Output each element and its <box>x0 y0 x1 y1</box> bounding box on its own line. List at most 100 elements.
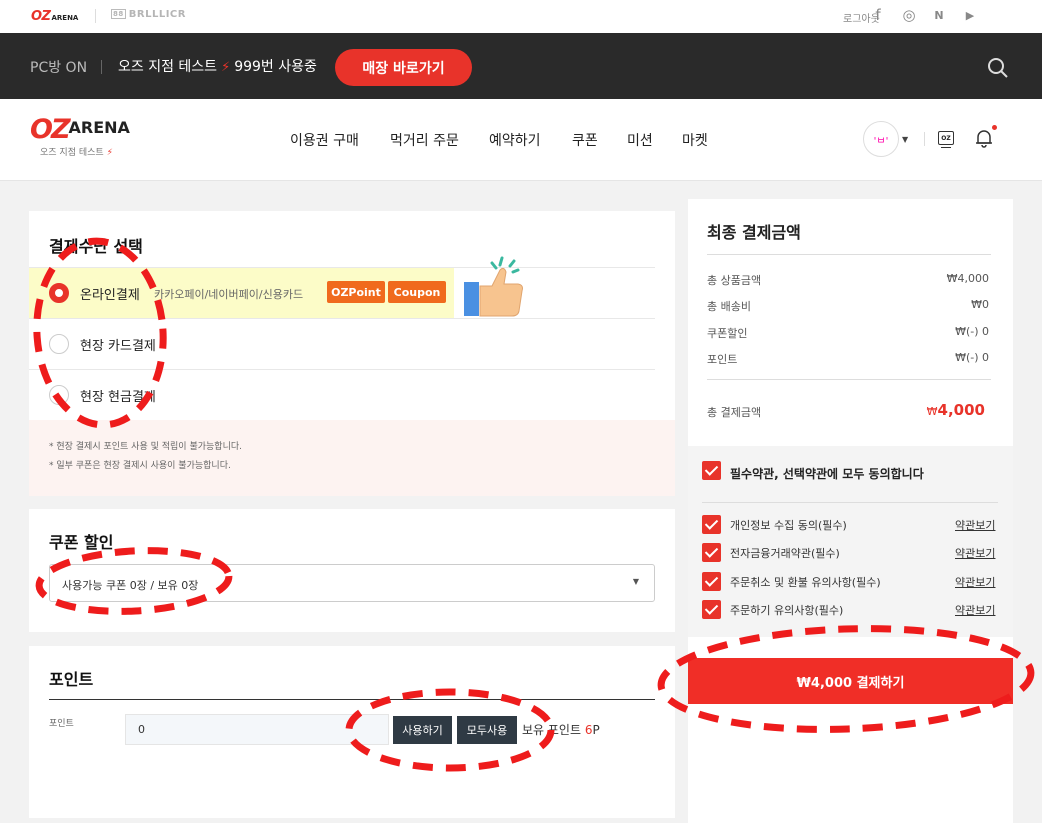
nav-coupon[interactable]: 쿠폰 <box>572 130 598 150</box>
terms-link[interactable]: 약관보기 <box>955 545 995 561</box>
point-panel: 포인트 포인트 사용하기 모두사용 보유 포인트 6P <box>29 646 675 818</box>
bolt-icon: ⚡ <box>221 60 231 75</box>
nav-reservation[interactable]: 예약하기 <box>489 130 541 150</box>
oz-pc-icon[interactable]: OZ <box>938 131 954 148</box>
agree-all-label: 필수약관, 선택약관에 모두 동의합니다 <box>730 467 924 481</box>
agreement-divider <box>702 502 998 503</box>
agree-efinance-checkbox[interactable] <box>702 543 721 562</box>
youtube-icon[interactable]: ▶ <box>960 9 980 22</box>
chevron-down-icon[interactable]: ▼ <box>902 135 908 144</box>
goto-store-button[interactable]: 매장 바로가기 <box>335 49 472 86</box>
agree-privacy-label: 개인정보 수집 동의(필수) <box>730 519 847 532</box>
battlica-text: BRLLLICR <box>128 9 186 20</box>
agree-refund-label: 주문취소 및 환불 유의사항(필수) <box>730 576 881 589</box>
battlica-box-text: 88 <box>111 9 126 19</box>
subtotal-label: 총 상품금액 <box>707 274 762 287</box>
total-value: ₩4,000 <box>927 401 985 419</box>
payment-option-cash[interactable]: 현장 현금결제 <box>29 369 655 420</box>
thumbs-up-icon <box>464 256 523 317</box>
pay-button[interactable]: ₩4,000 결제하기 <box>688 658 1013 704</box>
use-all-point-button[interactable]: 모두사용 <box>457 716 517 744</box>
summary-divider <box>707 254 991 255</box>
nav-mission[interactable]: 미션 <box>627 130 653 150</box>
main-header: OZARENA 오즈 지점 테스트 ⚡ 이용권 구매 먹거리 주문 예약하기 쿠… <box>0 99 1042 181</box>
logo-arena-text: ARENA <box>51 13 79 22</box>
ozpoint-tag: OZPoint <box>327 281 385 303</box>
ozarena-logo[interactable]: OZARENA 오즈 지점 테스트 ⚡ <box>30 114 130 158</box>
brand-divider <box>95 9 96 23</box>
point-label: 포인트 <box>49 719 74 729</box>
instagram-icon[interactable]: ◎ <box>899 6 919 24</box>
point-title: 포인트 <box>49 670 94 689</box>
agree-order-label: 주문하기 유의사항(필수) <box>730 604 844 617</box>
search-icon[interactable] <box>986 56 1010 80</box>
agree-order-checkbox[interactable] <box>702 600 721 619</box>
total-amount: 4,000 <box>937 401 985 419</box>
terms-link[interactable]: 약관보기 <box>955 574 995 590</box>
terms-link[interactable]: 약관보기 <box>955 517 995 533</box>
avatar[interactable]: 'ㅂ' <box>863 121 899 157</box>
coupon-panel: 쿠폰 할인 사용가능 쿠폰 0장 / 보유 0장 ▼ <box>29 509 675 632</box>
battlica-logo[interactable]: 88 BRLLLICR <box>111 9 186 20</box>
nav-food-order[interactable]: 먹거리 주문 <box>390 130 459 150</box>
usage-count: 999번 사용중 <box>234 59 317 75</box>
logo-store-name: 오즈 지점 테스트 ⚡ <box>40 145 130 158</box>
subtotal-value: ₩4,000 <box>946 272 989 285</box>
notice-line: * 현장 결제시 포인트 사용 및 적립이 불가능합니다. <box>49 442 242 452</box>
agree-privacy-checkbox[interactable] <box>702 515 721 534</box>
ozarena-small-logo[interactable]: OZ ARENA <box>31 9 78 24</box>
logo-arena-big: ARENA <box>68 118 130 137</box>
notice-line: * 일부 쿠폰은 현장 결제시 사용이 불가능합니다. <box>49 461 231 471</box>
cash-payment-label: 현장 현금결제 <box>80 390 156 405</box>
radio-cash[interactable] <box>49 385 69 405</box>
agree-efinance-label: 전자금융거래약관(필수) <box>730 547 840 560</box>
total-currency: ₩ <box>926 405 938 418</box>
bolt-icon: ⚡ <box>106 148 113 158</box>
point-discount-value: ₩(-) 0 <box>955 351 989 364</box>
card-payment-label: 현장 카드결제 <box>80 339 156 354</box>
naver-icon[interactable]: N <box>929 9 949 22</box>
online-payment-desc: 카카오페이/네이버페이/신용카드 <box>154 288 304 301</box>
final-payment-title: 최종 결제금액 <box>707 223 801 242</box>
summary-divider <box>707 379 991 380</box>
logo-store-text: 오즈 지점 테스트 <box>40 148 104 158</box>
store-usage-text: 오즈 지점 테스트 ⚡ 999번 사용중 <box>118 56 317 76</box>
nav-ticket-purchase[interactable]: 이용권 구매 <box>290 130 359 150</box>
total-label: 총 결제금액 <box>707 406 762 419</box>
nav-market[interactable]: 마켓 <box>682 130 708 150</box>
coupon-tag: Coupon <box>388 281 446 303</box>
radio-online[interactable] <box>49 283 69 303</box>
chevron-down-icon: ▼ <box>632 577 639 586</box>
bell-icon[interactable] <box>973 127 995 149</box>
owned-point-unit: P <box>592 723 600 737</box>
online-payment-label: 온라인결제 <box>80 288 140 303</box>
agreement-area: 필수약관, 선택약관에 모두 동의합니다 개인정보 수집 동의(필수) 약관보기… <box>688 446 1013 637</box>
coupon-title: 쿠폰 할인 <box>49 533 114 552</box>
owned-point-label: 보유 포인트 <box>522 723 582 737</box>
logo-oz-text: OZ <box>31 9 51 24</box>
logo-oz-big: OZ <box>30 114 71 145</box>
payment-method-title: 결제수단 선택 <box>49 237 143 256</box>
use-point-button[interactable]: 사용하기 <box>393 716 452 744</box>
agree-refund-checkbox[interactable] <box>702 572 721 591</box>
store-status-bar: PC방 ON 오즈 지점 테스트 ⚡ 999번 사용중 매장 바로가기 <box>0 33 1042 99</box>
facebook-icon[interactable]: f <box>868 6 888 24</box>
owned-point-text: 보유 포인트 6P <box>522 721 600 738</box>
coupon-discount-value: ₩(-) 0 <box>955 325 989 338</box>
shipping-label: 총 배송비 <box>707 300 751 313</box>
coupon-select[interactable]: 사용가능 쿠폰 0장 / 보유 0장 ▼ <box>49 564 655 602</box>
notification-dot <box>992 125 997 130</box>
payment-option-online[interactable]: 온라인결제 카카오페이/네이버페이/신용카드 OZPoint Coupon <box>29 267 454 318</box>
pc-on-text: PC방 ON <box>30 60 88 76</box>
point-input[interactable] <box>125 714 389 745</box>
payment-method-panel: 결제수단 선택 온라인결제 카카오페이/네이버페이/신용카드 OZPoint C… <box>29 211 675 496</box>
terms-link[interactable]: 약관보기 <box>955 602 995 618</box>
coupon-select-value: 사용가능 쿠폰 0장 / 보유 0장 <box>62 579 199 592</box>
point-divider <box>49 699 655 700</box>
radio-card[interactable] <box>49 334 69 354</box>
store-name: 오즈 지점 테스트 <box>118 59 218 75</box>
payment-option-card[interactable]: 현장 카드결제 <box>29 318 655 369</box>
final-payment-panel: 최종 결제금액 총 상품금액 ₩4,000 총 배송비 ₩0 쿠폰할인 ₩(-)… <box>688 199 1013 823</box>
agree-all-checkbox[interactable] <box>702 461 721 480</box>
coupon-discount-label: 쿠폰할인 <box>707 327 748 340</box>
